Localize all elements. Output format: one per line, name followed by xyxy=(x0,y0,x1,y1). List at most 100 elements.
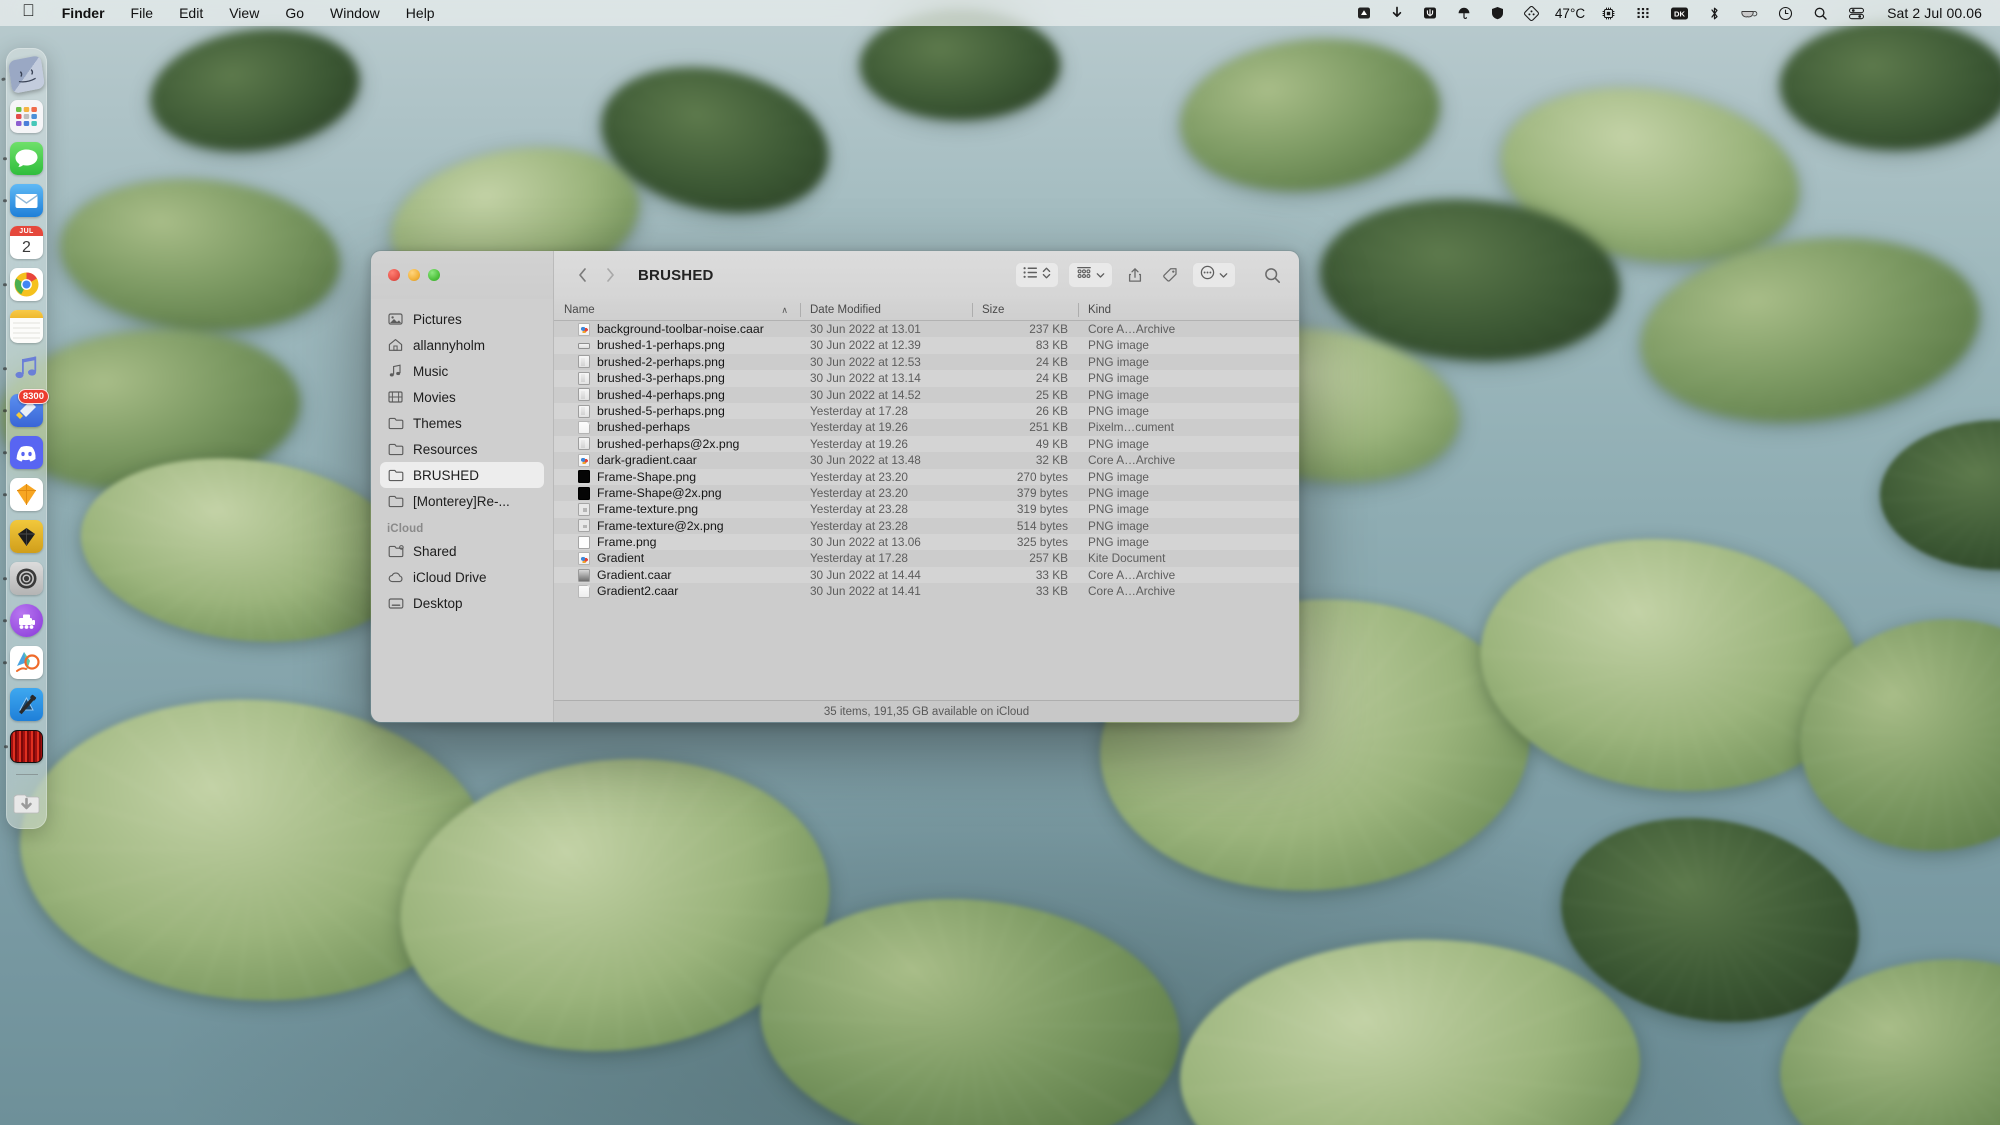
view-mode-control[interactable] xyxy=(1015,262,1059,288)
table-row[interactable]: brushed-2-perhaps.png30 Jun 2022 at 12.5… xyxy=(554,354,1299,370)
trident-icon[interactable] xyxy=(1413,0,1447,26)
table-row[interactable]: brushed-perhapsYesterday at 19.26251 KBP… xyxy=(554,419,1299,435)
search-icon[interactable] xyxy=(1259,262,1285,288)
close-button[interactable] xyxy=(388,269,400,281)
apple-logo-icon[interactable]:  xyxy=(12,0,49,26)
menu-item-go[interactable]: Go xyxy=(272,0,317,26)
train-app-icon[interactable] xyxy=(10,604,43,637)
control-center-icon[interactable] xyxy=(1838,0,1875,26)
sidebar-item-pictures[interactable]: Pictures xyxy=(380,306,544,332)
xcode-icon[interactable] xyxy=(10,688,43,721)
sidebar-item-label: Desktop xyxy=(413,596,463,611)
file-name-cell: background-toolbar-noise.caar xyxy=(554,321,800,337)
chrome-icon[interactable] xyxy=(10,268,43,301)
table-row[interactable]: brushed-5-perhaps.pngYesterday at 17.282… xyxy=(554,403,1299,419)
spotlight-search-icon[interactable] xyxy=(1803,0,1838,26)
table-row[interactable]: brushed-1-perhaps.png30 Jun 2022 at 12.3… xyxy=(554,337,1299,353)
downloads-folder-icon[interactable] xyxy=(10,786,43,819)
table-row[interactable]: Frame-Shape@2x.pngYesterday at 23.20379 … xyxy=(554,485,1299,501)
column-header-size[interactable]: Size xyxy=(972,299,1078,321)
table-row[interactable]: Frame-texture.pngYesterday at 23.28319 b… xyxy=(554,501,1299,517)
sidebar-item-allannyholm[interactable]: allannyholm xyxy=(380,332,544,358)
diamond-dots-icon[interactable] xyxy=(1514,0,1549,26)
file-name-label: Frame-texture.png xyxy=(597,501,698,517)
column-header-date-modified[interactable]: Date Modified xyxy=(800,299,972,321)
sidebar-item-icloud-drive[interactable]: iCloud Drive xyxy=(380,564,544,590)
stepper-updown-icon[interactable] xyxy=(1042,266,1051,285)
table-row[interactable]: brushed-3-perhaps.png30 Jun 2022 at 13.1… xyxy=(554,370,1299,386)
sparkle-app-icon[interactable]: 8300 xyxy=(10,394,43,427)
file-size-cell: 319 bytes xyxy=(972,501,1078,517)
file-type-icon xyxy=(578,585,590,598)
minimize-button[interactable] xyxy=(408,269,420,281)
column-header-name[interactable]: Name ∧ xyxy=(554,299,800,321)
more-ellipsis-icon[interactable] xyxy=(1200,265,1215,285)
mail-icon[interactable] xyxy=(10,184,43,217)
coffee-cup-icon[interactable] xyxy=(1730,0,1768,26)
chevron-down-icon[interactable] xyxy=(1219,266,1228,284)
sidebar-item-themes[interactable]: Themes xyxy=(380,410,544,436)
table-row[interactable]: brushed-4-perhaps.png30 Jun 2022 at 14.5… xyxy=(554,387,1299,403)
sidebar-item-resources[interactable]: Resources xyxy=(380,436,544,462)
cpu-monitor-icon[interactable] xyxy=(1591,0,1626,26)
notes-icon[interactable] xyxy=(10,310,43,343)
menu-item-view[interactable]: View xyxy=(216,0,272,26)
table-row[interactable]: background-toolbar-noise.caar30 Jun 2022… xyxy=(554,321,1299,337)
zoom-button[interactable] xyxy=(428,269,440,281)
table-row[interactable]: Frame.png30 Jun 2022 at 13.06325 bytesPN… xyxy=(554,534,1299,550)
umbrella-icon[interactable] xyxy=(1447,0,1481,26)
sketch-icon[interactable] xyxy=(10,478,43,511)
menu-item-window[interactable]: Window xyxy=(317,0,393,26)
table-row[interactable]: Gradient.caar30 Jun 2022 at 14.4433 KBCo… xyxy=(554,567,1299,583)
tag-icon[interactable] xyxy=(1157,262,1183,288)
back-chevron-icon[interactable] xyxy=(568,262,596,288)
dropbox-icon[interactable] xyxy=(1347,0,1381,26)
share-icon[interactable] xyxy=(1122,262,1148,288)
group-by-control[interactable] xyxy=(1068,262,1113,288)
finder-icon[interactable] xyxy=(8,55,45,94)
table-row[interactable]: Frame-Shape.pngYesterday at 23.20270 byt… xyxy=(554,469,1299,485)
table-row[interactable]: brushed-perhaps@2x.pngYesterday at 19.26… xyxy=(554,436,1299,452)
keyboard-layout-dk-icon[interactable]: DK xyxy=(1660,0,1699,26)
diamond-gold-icon[interactable] xyxy=(10,520,43,553)
calendar-icon[interactable]: JUL 2 xyxy=(10,226,43,259)
table-row[interactable]: Frame-texture@2x.pngYesterday at 23.2851… xyxy=(554,518,1299,534)
time-machine-icon[interactable] xyxy=(1768,0,1803,26)
table-row[interactable]: GradientYesterday at 17.28257 KBKite Doc… xyxy=(554,550,1299,566)
file-name-label: Gradient2.caar xyxy=(597,583,678,599)
sidebar-item-music[interactable]: Music xyxy=(380,358,544,384)
discord-icon[interactable] xyxy=(10,436,43,469)
music-icon[interactable] xyxy=(10,352,43,385)
menu-bar-clock[interactable]: Sat 2 Jul 00.06 xyxy=(1875,5,1986,21)
bluetooth-icon[interactable] xyxy=(1699,0,1730,26)
download-arrow-icon[interactable] xyxy=(1381,0,1413,26)
sidebar-item-brushed[interactable]: BRUSHED xyxy=(380,462,544,488)
list-view-icon[interactable] xyxy=(1023,266,1038,284)
circle-gray-app-icon[interactable] xyxy=(10,562,43,595)
menu-item-file[interactable]: File xyxy=(118,0,167,26)
column-header-kind[interactable]: Kind xyxy=(1078,299,1299,321)
launchpad-icon[interactable] xyxy=(10,100,43,133)
table-row[interactable]: dark-gradient.caar30 Jun 2022 at 13.4832… xyxy=(554,452,1299,468)
table-row[interactable]: Gradient2.caar30 Jun 2022 at 14.4133 KBC… xyxy=(554,583,1299,599)
kite-app-icon[interactable] xyxy=(10,646,43,679)
chevron-down-icon[interactable] xyxy=(1096,266,1105,284)
menu-item-help[interactable]: Help xyxy=(393,0,448,26)
shield-icon[interactable] xyxy=(1481,0,1514,26)
grid-icon[interactable] xyxy=(1626,0,1660,26)
menu-item-edit[interactable]: Edit xyxy=(166,0,216,26)
toolbar-right-group xyxy=(1015,262,1285,288)
page-title: BRUSHED xyxy=(638,267,714,284)
group-by-grid-icon[interactable] xyxy=(1076,266,1092,284)
pictures-icon xyxy=(387,311,404,328)
menu-item-finder[interactable]: Finder xyxy=(49,0,118,26)
forward-chevron-icon[interactable] xyxy=(596,262,624,288)
messages-icon[interactable] xyxy=(10,142,43,175)
sidebar-item-desktop[interactable]: Desktop xyxy=(380,590,544,616)
more-options-control[interactable] xyxy=(1192,262,1236,288)
sidebar-item-monterey-re[interactable]: [Monterey]Re-... xyxy=(380,488,544,514)
sidebar-item-movies[interactable]: Movies xyxy=(380,384,544,410)
temperature-indicator[interactable]: 47°C xyxy=(1549,6,1591,21)
red-stripes-app-icon[interactable] xyxy=(10,730,43,763)
sidebar-item-shared[interactable]: Shared xyxy=(380,538,544,564)
